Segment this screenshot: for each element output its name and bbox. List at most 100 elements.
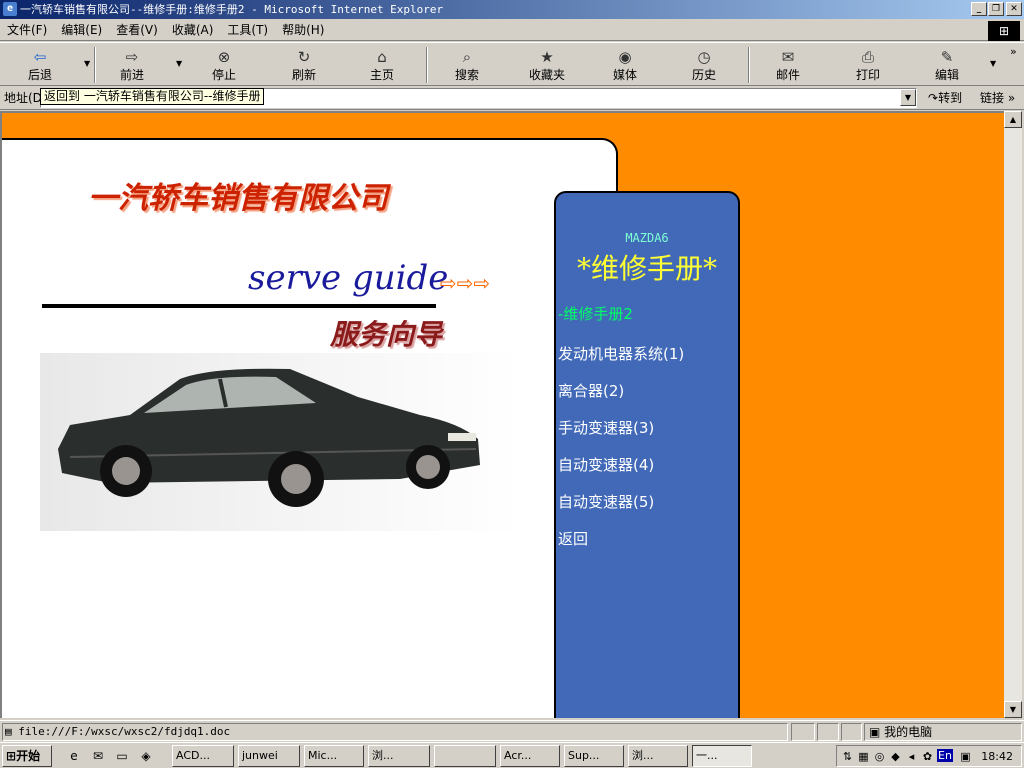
company-name: 一汽轿车销售有限公司 [88, 181, 388, 216]
ie-app-icon[interactable]: e [3, 2, 17, 16]
status-text: ▤ file:///F:/wxsc/wxsc2/fdjdq1.doc [2, 723, 788, 741]
scroll-up-icon[interactable]: ▲ [1004, 111, 1022, 128]
tray-app-icon[interactable]: ✿ [921, 750, 934, 763]
arrows-icon: ⇨⇨⇨ [440, 271, 491, 295]
favorites-button[interactable]: ★ 收藏夹 [520, 45, 574, 85]
menu-tools[interactable]: 工具(T) [220, 19, 275, 41]
home-icon: ⌂ [377, 48, 387, 66]
manual-title: *维修手册* [576, 252, 717, 285]
go-button[interactable]: ↷转到 [928, 89, 962, 107]
menu-file[interactable]: 文件(F) [0, 19, 54, 41]
printer-icon: ⎙ [861, 48, 874, 66]
status-pane [841, 723, 862, 741]
menu-view[interactable]: 查看(V) [109, 19, 165, 41]
toolbar-separator [748, 47, 750, 83]
divider [42, 304, 436, 308]
history-button[interactable]: ◷ 历史 [678, 45, 730, 85]
taskbar-button[interactable]: junwei [238, 745, 300, 767]
tooltip: 返回到 一汽轿车销售有限公司--维修手册 [40, 88, 265, 105]
input-language-indicator[interactable]: En [937, 749, 953, 762]
menu-favorites[interactable]: 收藏(A) [165, 19, 221, 41]
toolbar-separator [426, 47, 428, 83]
page-content: 一汽轿车销售有限公司 serve guide ⇨⇨⇨ 服务向导 MAZDA6 *… [0, 111, 1004, 718]
forward-button[interactable]: ⇨ 前进 [106, 45, 158, 85]
print-button[interactable]: ⎙ 打印 [842, 45, 894, 85]
menu-bar: 文件(F) 编辑(E) 查看(V) 收藏(A) 工具(T) 帮助(H) [0, 19, 1024, 41]
status-pane [817, 723, 839, 741]
nav-link-back[interactable]: 返回 [558, 528, 588, 549]
close-button[interactable]: ✕ [1006, 2, 1022, 16]
favorites-folder-icon: ★ [540, 48, 554, 66]
back-arrow-icon: ⇦ [33, 48, 47, 66]
back-dropdown-icon[interactable]: ▼ [84, 59, 90, 68]
forward-dropdown-icon[interactable]: ▼ [176, 59, 182, 68]
media-button[interactable]: ◉ 媒体 [599, 45, 651, 85]
media-icon: ◉ [618, 48, 632, 66]
stop-icon: ⊗ [217, 48, 231, 66]
quicklaunch-app-icon[interactable]: ◈ [138, 748, 154, 764]
forward-arrow-icon: ⇨ [125, 48, 139, 66]
security-zone: ▣ 我的电脑 [864, 723, 1022, 741]
mail-icon: ✉ [781, 48, 795, 66]
system-tray: ⇅ ▦ ◎ ◆ ◂ ✿ En ▣ 18:42 [836, 745, 1022, 767]
back-button[interactable]: ⇦ 后退 [14, 45, 66, 85]
search-button[interactable]: ⌕ 搜索 [441, 45, 493, 85]
taskbar-button-active[interactable]: 一... [692, 745, 752, 767]
network-icon[interactable]: ⇅ [841, 750, 854, 763]
links-button[interactable]: 链接 » [980, 89, 1015, 107]
refresh-button[interactable]: ↻ 刷新 [278, 45, 330, 85]
clock[interactable]: 18:42 [981, 750, 1013, 763]
taskbar-button[interactable]: Mic... [304, 745, 364, 767]
title-bar[interactable]: e 一汽轿车销售有限公司--维修手册:维修手册2 - Microsoft Inte… [0, 0, 1024, 19]
taskbar-button[interactable] [434, 745, 496, 767]
home-button[interactable]: ⌂ 主页 [356, 45, 408, 85]
stop-button[interactable]: ⊗ 停止 [198, 45, 250, 85]
taskbar-button[interactable]: 浏... [368, 745, 430, 767]
nav-link-engine-electrical[interactable]: 发动机电器系统(1) [558, 343, 684, 364]
tray-app-icon[interactable]: ◆ [889, 750, 902, 763]
nav-link-manual2[interactable]: -维修手册2 [558, 303, 633, 324]
nav-link-manual-transmission[interactable]: 手动变速器(3) [558, 417, 654, 438]
status-pane [791, 723, 815, 741]
taskbar-button[interactable]: Sup... [564, 745, 624, 767]
menu-help[interactable]: 帮助(H) [275, 19, 331, 41]
minimize-button[interactable]: _ [971, 2, 987, 16]
standard-toolbar: ⇦ 后退 ▼ ⇨ 前进 ▼ ⊗ 停止 ↻ 刷新 ⌂ 主页 ⌕ 搜索 ★ 收藏夹 ◉ 媒体 ◷ 历史… [0, 42, 1024, 86]
windows-logo-icon: ⊞ [988, 21, 1020, 41]
windows-flag-icon: ⊞ [6, 749, 17, 763]
taskbar: ⊞开始 e ✉ ▭ ◈ ACD... junwei Mic... 浏... Ac… [0, 742, 1024, 768]
toolbar-separator [94, 47, 96, 83]
taskbar-button[interactable]: Acr... [500, 745, 560, 767]
serve-guide-heading: serve guide [248, 258, 449, 298]
edit-button[interactable]: ✎ 编辑 [921, 45, 973, 85]
links-chevron-icon: » [1007, 91, 1016, 105]
model-name: MAZDA6 [625, 231, 669, 245]
address-dropdown-icon[interactable]: ▼ [900, 89, 916, 106]
media-tray-icon[interactable]: ◎ [873, 750, 886, 763]
ie-quicklaunch-icon[interactable]: e [66, 748, 82, 764]
show-desktop-icon[interactable]: ▭ [114, 748, 130, 764]
taskbar-button[interactable]: 浏... [628, 745, 688, 767]
restore-button[interactable]: ❐ [988, 2, 1004, 16]
tray-app-icon[interactable]: ▣ [959, 750, 972, 763]
edit-dropdown-icon[interactable]: ▼ [990, 59, 996, 68]
history-icon: ◷ [697, 48, 711, 66]
nav-link-automatic-transmission-4[interactable]: 自动变速器(4) [558, 454, 654, 475]
window-title: 一汽轿车销售有限公司--维修手册:维修手册2 - Microsoft Inter… [20, 3, 444, 16]
scroll-down-icon[interactable]: ▼ [1004, 701, 1022, 718]
tray-app-icon[interactable]: ▦ [857, 750, 870, 763]
search-icon: ⌕ [462, 48, 472, 66]
start-button[interactable]: ⊞开始 [2, 745, 52, 767]
vertical-scrollbar[interactable]: ▲ ▼ [1004, 111, 1022, 718]
taskbar-button[interactable]: ACD... [172, 745, 234, 767]
menu-edit[interactable]: 编辑(E) [54, 19, 109, 41]
volume-icon[interactable]: ◂ [905, 750, 918, 763]
service-guide-heading: 服务向导 [330, 318, 443, 351]
outlook-quicklaunch-icon[interactable]: ✉ [90, 748, 106, 764]
nav-link-clutch[interactable]: 离合器(2) [558, 380, 624, 401]
nav-link-automatic-transmission-5[interactable]: 自动变速器(5) [558, 491, 654, 512]
toolbar-chevron-icon[interactable]: » [1010, 45, 1017, 58]
my-computer-icon: ▣ [869, 725, 885, 739]
mail-button[interactable]: ✉ 邮件 [762, 45, 814, 85]
document-icon: ▤ [5, 725, 19, 738]
